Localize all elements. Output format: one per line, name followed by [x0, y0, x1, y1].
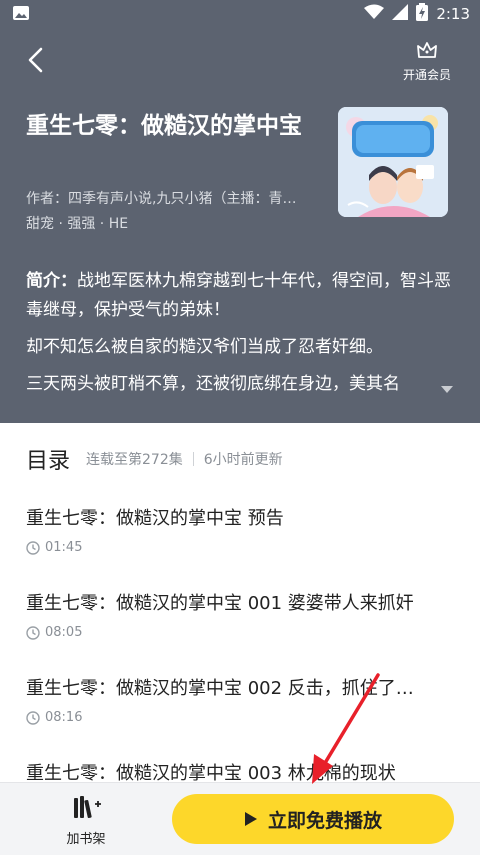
intro-line-2: 却不知怎么被自家的糙汉爷们当成了忍者奸细。	[26, 337, 383, 357]
crown-icon	[417, 42, 437, 58]
chapter-item[interactable]: 重生七零：做糙汉的掌中宝 预告 01:45	[26, 506, 466, 555]
book-cover[interactable]	[338, 107, 448, 217]
book-intro: 简介：战地军医林九棉穿越到七十年代，得空间，智斗恶毒继母，保护受气的弟妹！ 却不…	[26, 267, 456, 407]
chapter-title: 重生七零：做糙汉的掌中宝 001 婆婆带人来抓奸	[26, 593, 414, 614]
toc-updated: 6小时前更新	[203, 452, 283, 468]
status-time: 2:13	[436, 5, 470, 23]
battery-icon	[416, 3, 429, 25]
status-bar: 2:13	[0, 0, 480, 26]
chapter-duration: 08:05	[45, 625, 83, 640]
book-author: 作者：四季有声小说,九只小猪（主播：青…	[26, 191, 297, 207]
gallery-notification-icon	[12, 5, 30, 25]
chapter-title: 重生七零：做糙汉的掌中宝 002 反击，抓住了…	[26, 678, 414, 699]
chapter-duration: 08:16	[45, 710, 83, 725]
add-to-shelf-button[interactable]: 加书架	[58, 795, 114, 847]
bookshelf-icon	[74, 796, 101, 819]
signal-icon	[392, 4, 409, 24]
expand-intro-button[interactable]	[439, 380, 455, 399]
vip-label: 开通会员	[402, 68, 451, 82]
play-label: 立即免费播放	[267, 809, 382, 832]
toc-progress: 连载至第272集	[86, 452, 183, 468]
back-button[interactable]	[22, 44, 50, 76]
toc-divider	[192, 452, 194, 466]
clock-icon	[26, 710, 40, 725]
caret-down-icon	[441, 386, 453, 393]
book-tags: 甜宠 · 强强 · HE	[26, 216, 129, 232]
bottom-action-bar: 加书架 立即免费播放	[0, 782, 480, 855]
chapter-item[interactable]: 重生七零：做糙汉的掌中宝 002 反击，抓住了… 08:16	[26, 676, 466, 725]
play-free-button[interactable]: 立即免费播放	[172, 794, 454, 844]
intro-label: 简介：	[26, 271, 77, 291]
shelf-label: 加书架	[66, 832, 106, 847]
clock-icon	[26, 625, 40, 640]
chapter-title: 重生七零：做糙汉的掌中宝 预告	[26, 508, 284, 529]
cover-illustration	[338, 107, 448, 217]
intro-line-3: 三天两头被盯梢不算，还被彻底绑在身边，美其名	[26, 374, 400, 394]
toc-header: 目录 连载至第272集 6小时前更新	[26, 444, 283, 474]
clock-icon	[26, 540, 40, 555]
chapter-item[interactable]: 重生七零：做糙汉的掌中宝 001 婆婆带人来抓奸 08:05	[26, 591, 466, 640]
vip-button[interactable]: 开通会员	[396, 40, 458, 83]
chevron-left-icon	[28, 47, 43, 73]
book-title: 重生七零：做糙汉的掌中宝	[26, 113, 302, 139]
wifi-icon	[364, 4, 385, 24]
intro-line-1: 战地军医林九棉穿越到七十年代，得空间，智斗恶毒继母，保护受气的弟妹！	[26, 271, 451, 320]
play-icon	[244, 812, 257, 826]
chapter-duration: 01:45	[45, 540, 83, 555]
toc-title: 目录	[26, 449, 71, 474]
